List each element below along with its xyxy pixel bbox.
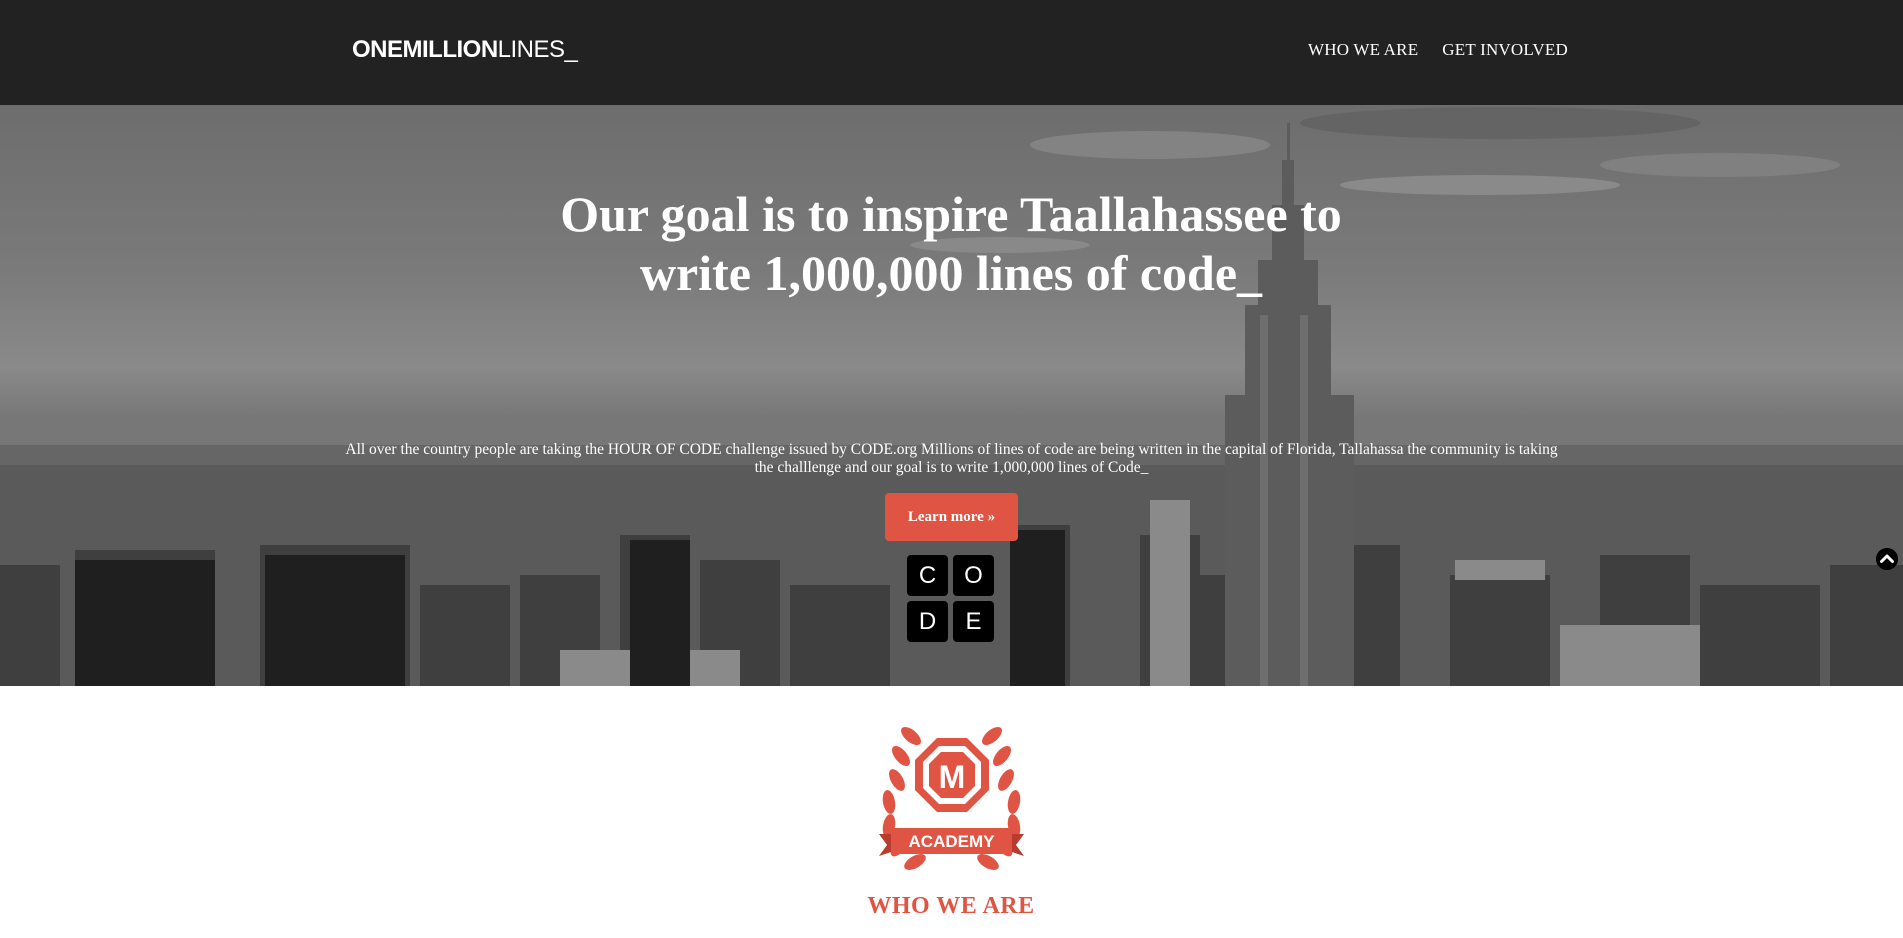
navbar: ONEMILLIONLINES_ WHO WE ARE GET INVOLVED — [0, 0, 1903, 105]
badge-text: ACADEMY — [909, 832, 996, 851]
nav-link-get-involved[interactable]: GET INVOLVED — [1442, 38, 1568, 62]
code-logo-letter-e: E — [953, 601, 994, 642]
nav-link-who-we-are[interactable]: WHO WE ARE — [1308, 38, 1418, 62]
badge-letter: M — [939, 759, 966, 795]
code-logo-letter-o: O — [953, 555, 994, 596]
brand-light-text: LINES_ — [497, 36, 578, 63]
scroll-to-top-button[interactable] — [1876, 548, 1898, 570]
who-we-are-heading: WHO WE ARE — [867, 893, 1035, 919]
chevron-up-circle-icon — [1876, 548, 1898, 570]
brand-strong-text: ONEMILLION — [352, 36, 498, 63]
hero-title: Our goal is to inspire Taallahassee to w… — [560, 186, 1342, 301]
learn-more-button[interactable]: Learn more » — [885, 493, 1018, 541]
code-logo-letter-d: D — [907, 601, 948, 642]
hero-section: Our goal is to inspire Taallahassee to w… — [0, 105, 1903, 686]
m-academy-badge-logo: M ACADEMY — [879, 727, 1024, 870]
main-nav: WHO WE ARE GET INVOLVED — [1308, 38, 1568, 62]
code-logo-letter-c: C — [907, 555, 948, 596]
brand-logo-link[interactable]: ONEMILLIONLINES_ — [352, 34, 578, 66]
code-org-logo[interactable]: C O D E — [907, 555, 995, 643]
hero-description: All over the country people are taking t… — [345, 441, 1558, 476]
